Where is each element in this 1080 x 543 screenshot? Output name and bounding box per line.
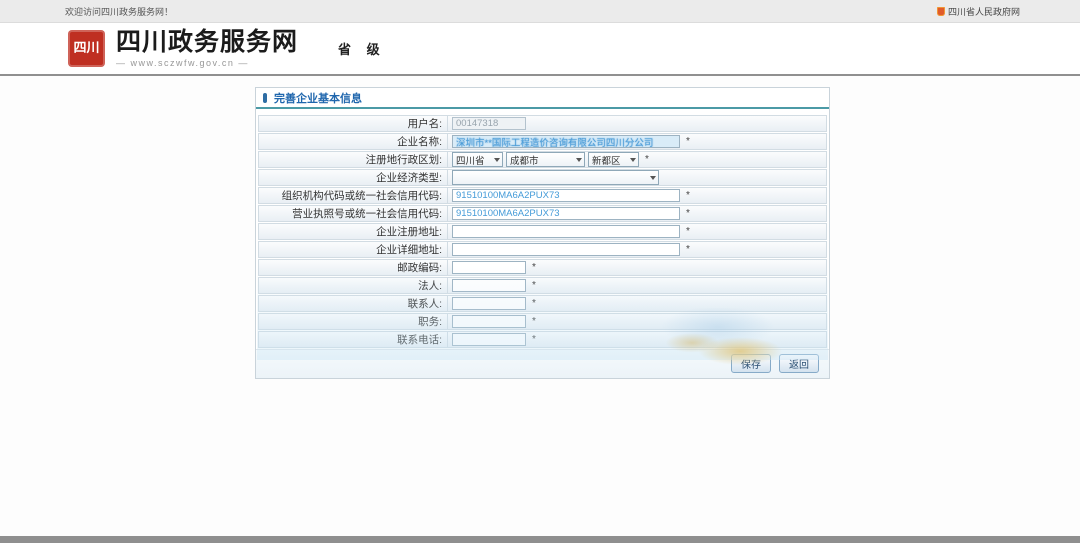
- position-input[interactable]: [452, 315, 526, 328]
- site-url: — www.sczwfw.gov.cn —: [116, 58, 298, 68]
- position-label: 职务:: [259, 314, 447, 329]
- required-mark: *: [532, 334, 536, 345]
- info-icon: [263, 93, 267, 103]
- postal-code-label: 邮政编码:: [259, 260, 447, 275]
- required-mark: *: [645, 154, 649, 165]
- main-area: 完善企业基本信息 用户名: 企业名称: * 注册地行政区划: 四川省 成都市 新都区 * 企业经…: [0, 76, 1080, 537]
- org-code-field: *: [447, 188, 826, 203]
- required-mark: *: [686, 208, 690, 219]
- form-row-registered-address: 企业注册地址: *: [258, 223, 827, 240]
- form-row-contact-person: 联系人: *: [258, 295, 827, 312]
- economic-type-label: 企业经济类型:: [259, 170, 447, 185]
- form-table: 用户名: 企业名称: * 注册地行政区划: 四川省 成都市 新都区 * 企业经济类型: 组织机构代…: [256, 109, 829, 348]
- postal-code-field: *: [447, 260, 826, 275]
- detailed-address-label: 企业详细地址:: [259, 242, 447, 257]
- site-title-block: 四川政务服务网 — www.sczwfw.gov.cn —: [116, 30, 298, 68]
- detailed-address-input[interactable]: [452, 243, 680, 256]
- city-select-value: 成都市: [510, 153, 539, 167]
- username-input[interactable]: [452, 117, 526, 130]
- welcome-text: 欢迎访问四川政务服务网！: [65, 5, 173, 18]
- company-name-input[interactable]: [452, 135, 680, 148]
- site-title: 四川政务服务网: [116, 30, 298, 55]
- username-label: 用户名:: [259, 116, 447, 131]
- registered-address-label: 企业注册地址:: [259, 224, 447, 239]
- org-code-input[interactable]: [452, 189, 680, 202]
- seal-logo: 四川: [68, 30, 105, 67]
- registered-address-input[interactable]: [452, 225, 680, 238]
- form-row-contact-phone: 联系电话: *: [258, 331, 827, 348]
- detailed-address-field: *: [447, 242, 826, 257]
- region-field: 四川省 成都市 新都区 *: [447, 152, 826, 167]
- contact-person-input[interactable]: [452, 297, 526, 310]
- form-row-org-code: 组织机构代码或统一社会信用代码: *: [258, 187, 827, 204]
- enterprise-info-panel: 完善企业基本信息 用户名: 企业名称: * 注册地行政区划: 四川省 成都市 新都区 * 企业经…: [255, 87, 830, 379]
- required-mark: *: [532, 316, 536, 327]
- economic-select[interactable]: [452, 170, 659, 185]
- legal-person-input[interactable]: [452, 279, 526, 292]
- form-row-legal-person: 法人: *: [258, 277, 827, 294]
- province-select-value: 四川省: [456, 153, 485, 167]
- license-code-input[interactable]: [452, 207, 680, 220]
- username-field: [447, 116, 826, 131]
- region-label: 注册地行政区划:: [259, 152, 447, 167]
- required-mark: *: [532, 262, 536, 273]
- required-mark: *: [686, 244, 690, 255]
- required-mark: *: [686, 226, 690, 237]
- contact-person-field: *: [447, 296, 826, 311]
- level-label: 省 级: [338, 39, 386, 58]
- chevron-down-icon: [576, 158, 582, 162]
- legal-person-field: *: [447, 278, 826, 293]
- city-select[interactable]: 成都市: [506, 152, 585, 167]
- registered-address-field: *: [447, 224, 826, 239]
- required-mark: *: [532, 298, 536, 309]
- footer-bar: [0, 536, 1080, 543]
- site-header: 四川 四川政务服务网 — www.sczwfw.gov.cn — 省 级: [0, 23, 1080, 76]
- emblem-icon: [937, 7, 945, 16]
- top-bar: 欢迎访问四川政务服务网！ 四川省人民政府网: [0, 0, 1080, 23]
- form-row-position: 职务: *: [258, 313, 827, 330]
- contact-phone-label: 联系电话:: [259, 332, 447, 347]
- form-row-economic-type: 企业经济类型:: [258, 169, 827, 186]
- license-code-field: *: [447, 206, 826, 221]
- gov-portal-link-label: 四川省人民政府网: [948, 5, 1020, 18]
- province-select[interactable]: 四川省: [452, 152, 503, 167]
- legal-person-label: 法人:: [259, 278, 447, 293]
- license-code-label: 营业执照号或统一社会信用代码:: [259, 206, 447, 221]
- position-field: *: [447, 314, 826, 329]
- org-code-label: 组织机构代码或统一社会信用代码:: [259, 188, 447, 203]
- contact-phone-input[interactable]: [452, 333, 526, 346]
- back-button[interactable]: 返回: [779, 354, 819, 373]
- chevron-down-icon: [494, 158, 500, 162]
- required-mark: *: [686, 136, 690, 147]
- economic-type-field: [447, 170, 826, 185]
- district-select[interactable]: 新都区: [588, 152, 639, 167]
- company-name-label: 企业名称:: [259, 134, 447, 149]
- district-select-value: 新都区: [592, 153, 621, 167]
- gov-portal-link[interactable]: 四川省人民政府网: [937, 5, 1020, 18]
- chevron-down-icon: [650, 176, 656, 180]
- postal-code-input[interactable]: [452, 261, 526, 274]
- form-row-region: 注册地行政区划: 四川省 成都市 新都区 *: [258, 151, 827, 168]
- contact-phone-field: *: [447, 332, 826, 347]
- chevron-down-icon: [630, 158, 636, 162]
- button-row: 保存 返回: [256, 349, 829, 378]
- form-row-license-code: 营业执照号或统一社会信用代码: *: [258, 205, 827, 222]
- form-row-company-name: 企业名称: *: [258, 133, 827, 150]
- form-row-detailed-address: 企业详细地址: *: [258, 241, 827, 258]
- panel-title-bar: 完善企业基本信息: [256, 88, 829, 107]
- required-mark: *: [532, 280, 536, 291]
- save-button[interactable]: 保存: [731, 354, 771, 373]
- company-name-field: *: [447, 134, 826, 149]
- panel-title: 完善企业基本信息: [274, 90, 362, 106]
- required-mark: *: [686, 190, 690, 201]
- contact-person-label: 联系人:: [259, 296, 447, 311]
- form-row-postal-code: 邮政编码: *: [258, 259, 827, 276]
- form-row-username: 用户名:: [258, 115, 827, 132]
